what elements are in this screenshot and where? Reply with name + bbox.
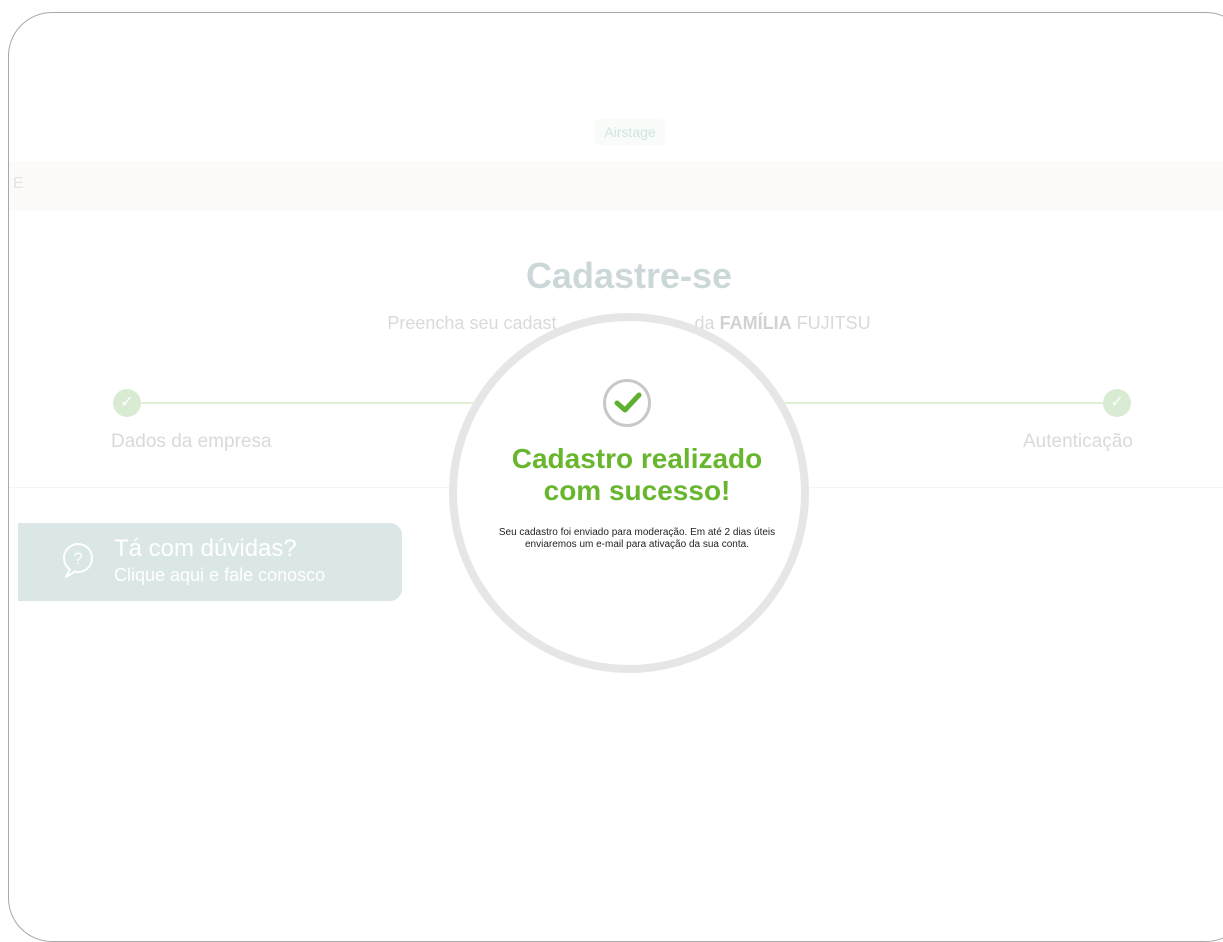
subtitle-bold: FAMÍLIA: [719, 313, 792, 333]
help-contact-button[interactable]: ? Tá com dúvidas? Clique aqui e fale con…: [18, 523, 402, 601]
check-icon: [603, 379, 651, 427]
page-title: Cadastre-se: [525, 255, 733, 296]
success-modal: Cadastro realizado com sucesso! Seu cada…: [449, 313, 809, 673]
success-modal-body: Cadastro realizado com sucesso! Seu cada…: [457, 321, 801, 665]
success-title-line1: Cadastro realizado: [511, 443, 763, 474]
success-message-line1: Seu cadastro foi enviado para moderação.…: [498, 527, 776, 538]
app-frame: Airstage E Cadastre-se Preencha seu cada…: [8, 12, 1223, 942]
brand-logo[interactable]: Airstage: [595, 119, 665, 145]
subtitle-start: Preencha seu cadast: [387, 313, 557, 333]
success-title-line2: com sucesso!: [543, 475, 731, 506]
step-done-check-icon: ✓: [113, 389, 141, 417]
step-label-company: Dados da empresa: [111, 431, 272, 452]
nav-bar: E: [9, 161, 1223, 211]
step-done-check-icon: ✓: [1103, 389, 1131, 417]
subtitle-end: FUJITSU: [796, 313, 871, 333]
success-message-line2: enviaremos um e-mail para ativação da su…: [524, 539, 749, 550]
svg-text:?: ?: [73, 549, 82, 568]
help-subtitle: Clique aqui e fale conosco: [114, 565, 326, 585]
nav-fragment-text: E: [13, 175, 24, 192]
success-message: Seu cadastro foi enviado para moderação.…: [487, 527, 787, 551]
success-title: Cadastro realizado com sucesso!: [477, 443, 797, 507]
help-title: Tá com dúvidas?: [114, 535, 297, 562]
question-bubble-icon: ?: [63, 543, 93, 578]
step-label-auth: Autenticação: [1023, 431, 1133, 452]
